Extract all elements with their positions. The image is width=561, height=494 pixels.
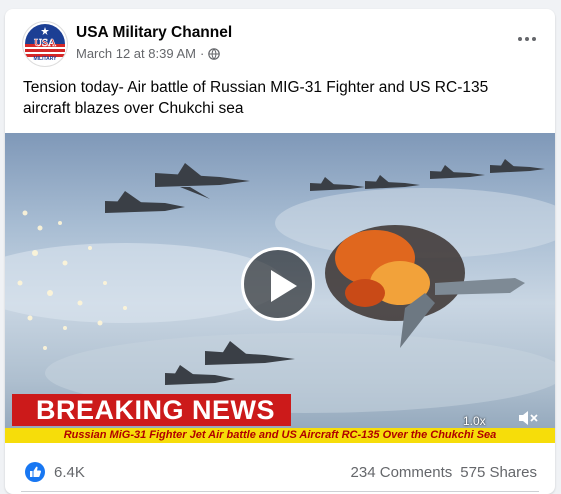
dot-icon [518,37,522,41]
avatar-text: USA [34,37,56,49]
post-text: Tension today- Air battle of Russian MIG… [23,79,489,117]
news-ticker: Russian MiG-31 Fighter Jet Air battle an… [5,428,555,443]
video-player[interactable]: BREAKING NEWS 1.0x Russian MiG-31 Fighte… [5,133,555,443]
breaking-news-banner: BREAKING NEWS [12,394,292,426]
page-name-link[interactable]: USA Military Channel [76,24,232,42]
engagement-counts: 234 Comments 575 Shares [351,464,537,481]
globe-icon[interactable] [208,47,221,60]
more-options-button[interactable] [515,31,539,47]
play-button[interactable] [241,247,315,321]
dot-icon [525,37,529,41]
post-card: USA MILITARY USA Military Channel March … [5,9,555,494]
comment-count[interactable]: 234 Comments [351,464,453,481]
post-meta: March 12 at 8:39 AM · [76,46,221,61]
avatar-logo: USA MILITARY [25,24,65,62]
post-timestamp[interactable]: March 12 at 8:39 AM [76,46,196,61]
dot-icon [532,37,536,41]
post-stats: 6.4K 234 Comments 575 Shares [5,443,555,493]
footer-divider [21,491,539,492]
avatar-subtext: MILITARY [33,56,57,62]
playback-speed-button[interactable]: 1.0x [463,414,486,428]
meta-separator: · [199,46,205,61]
share-count[interactable]: 575 Shares [460,464,537,481]
like-icon[interactable] [25,462,45,482]
like-count[interactable]: 6.4K [54,464,85,481]
muted-speaker-icon [519,411,538,425]
page-avatar[interactable]: USA MILITARY [22,21,68,67]
mute-button[interactable] [516,408,540,428]
